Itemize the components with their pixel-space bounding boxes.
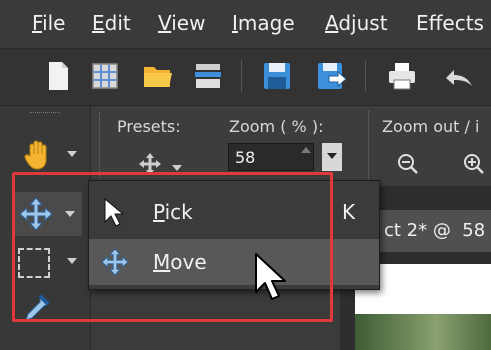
image-preview (355, 314, 491, 350)
highlight-annotation (12, 172, 333, 322)
save-icon[interactable] (259, 58, 295, 94)
grid-icon[interactable] (87, 58, 123, 94)
palette-grip[interactable] (30, 112, 60, 115)
scan-icon[interactable] (190, 58, 226, 94)
menu-view[interactable]: View (158, 11, 205, 35)
options-separator (368, 110, 369, 180)
menu-effects[interactable]: Effects (416, 11, 484, 35)
hand-tool-dropdown[interactable] (67, 151, 77, 157)
save-as-icon[interactable] (313, 58, 349, 94)
menu-file[interactable]: File (32, 11, 65, 35)
print-icon[interactable] (384, 58, 420, 94)
new-document-icon[interactable] (40, 58, 76, 94)
zoom-label: Zoom ( % ): (229, 117, 324, 136)
zoom-in-icon[interactable] (462, 152, 486, 176)
zoom-out-icon[interactable] (396, 152, 420, 176)
menu-image[interactable]: Image (232, 11, 295, 35)
zoom-stepper-up[interactable] (298, 143, 314, 157)
zoom-dropdown-button[interactable] (322, 143, 342, 171)
open-folder-icon[interactable] (140, 58, 176, 94)
toolbar-separator (241, 60, 242, 92)
presets-dropdown[interactable] (172, 165, 182, 171)
main-toolbar (0, 49, 491, 106)
menu-adjust[interactable]: Adjust (325, 11, 388, 35)
menu-edit[interactable]: Edit (92, 11, 131, 35)
document-tab-title: ct 2* @ 58 (384, 220, 486, 241)
flyout-shortcut-pick: K (342, 200, 356, 224)
presets-label: Presets: (117, 117, 181, 136)
menu-bar: File Edit View Image Adjust Effects (0, 0, 491, 49)
options-grip[interactable] (99, 112, 102, 178)
undo-icon[interactable] (440, 58, 476, 94)
pan-hand-icon[interactable] (20, 136, 56, 172)
toolbar-separator (365, 60, 366, 92)
zoom-out-label: Zoom out / i (382, 117, 480, 136)
